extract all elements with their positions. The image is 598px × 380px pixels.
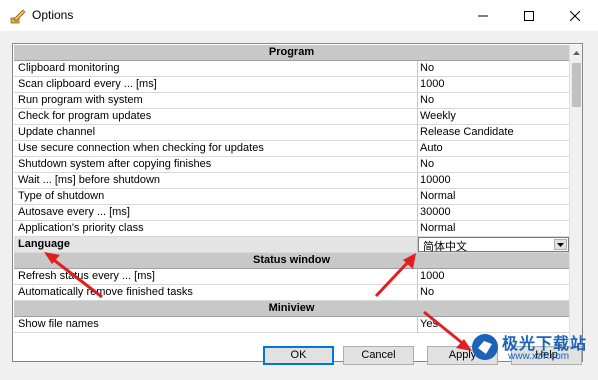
column-divider [417,317,418,333]
section-title: Status window [253,254,330,266]
section-title: Program [268,46,315,58]
pencil-app-icon [10,9,26,24]
option-row[interactable]: Shutdown system after copying finishes No [14,157,569,173]
minimize-button[interactable] [460,0,506,31]
minimize-icon [478,15,488,16]
language-select[interactable]: 简体中文 [418,237,569,253]
language-select-value: 简体中文 [423,241,467,253]
option-name: Wait ... [ms] before shutdown [18,174,161,186]
option-row[interactable]: Autosave every ... [ms] 30000 [14,205,569,221]
option-value[interactable]: No [420,62,434,74]
ok-button[interactable]: OK [263,346,334,365]
option-row[interactable]: Application's priority class Normal [14,221,569,237]
watermark: 极光下载站 www.xz7.com [470,330,595,378]
option-name: Type of shutdown [18,190,105,202]
dropdown-button[interactable] [554,239,567,250]
section-header: Program [14,45,569,61]
column-divider [417,221,418,237]
column-divider [417,157,418,173]
options-grid[interactable]: Program Clipboard monitoring No Scan clipbo… [12,43,583,362]
option-row-dropdown[interactable]: Language 简体中文 [14,237,569,253]
window-title: Options [32,8,74,22]
option-row[interactable]: Clipboard monitoring No [14,61,569,77]
option-row[interactable]: Check for program updates Weekly [14,109,569,125]
option-row[interactable]: Refresh status every ... [ms] 1000 [14,269,569,285]
option-value[interactable]: 1000 [420,78,444,90]
column-divider [417,205,418,221]
option-name: Autosave every ... [ms] [18,206,130,218]
column-divider [417,269,418,285]
option-row[interactable]: Type of shutdown Normal [14,189,569,205]
option-name: Scan clipboard every ... [ms] [18,78,157,90]
arrow-up-icon [573,51,580,55]
option-value[interactable]: No [420,286,434,298]
option-value[interactable]: Weekly [420,110,456,122]
scroll-thumb[interactable] [572,63,581,107]
option-name: Refresh status every ... [ms] [18,270,155,282]
title-bar: Options [0,0,598,31]
option-name: Shutdown system after copying finishes [18,158,212,170]
option-row[interactable]: Use secure connection when checking for … [14,141,569,157]
option-value[interactable]: Normal [420,190,455,202]
chevron-down-icon [557,242,564,247]
watermark-url: www.xz7.com [508,351,570,362]
option-name: Automatically remove finished tasks [18,286,193,298]
dialog-client-area: Program Clipboard monitoring No Scan clipbo… [0,31,598,380]
vertical-scrollbar[interactable] [569,45,582,360]
option-value[interactable]: No [420,94,434,106]
column-divider [417,125,418,141]
options-rows: Program Clipboard monitoring No Scan clipbo… [14,45,569,333]
column-divider [417,141,418,157]
column-divider [417,93,418,109]
option-value[interactable]: 30000 [420,206,451,218]
option-value[interactable]: 1000 [420,270,444,282]
column-divider [417,285,418,301]
option-name: Language [18,238,70,250]
column-divider [417,77,418,93]
section-header: Miniview [14,301,569,317]
option-name: Update channel [18,126,96,138]
option-row[interactable]: Scan clipboard every ... [ms] 1000 [14,77,569,93]
option-name: Run program with system [18,94,143,106]
option-name: Check for program updates [18,110,152,122]
column-divider [417,173,418,189]
option-value[interactable]: Yes [420,318,438,330]
scroll-up-button[interactable] [570,45,582,61]
option-name: Show file names [18,318,99,330]
option-name: Application's priority class [18,222,144,234]
close-icon [570,10,580,21]
option-row[interactable]: Update channel Release Candidate [14,125,569,141]
cancel-button[interactable]: Cancel [343,346,414,365]
option-value[interactable]: Release Candidate [420,126,514,138]
option-value[interactable]: No [420,158,434,170]
option-value[interactable]: Auto [420,142,443,154]
column-divider [417,61,418,77]
column-divider [417,109,418,125]
option-value[interactable]: Normal [420,222,455,234]
option-name: Use secure connection when checking for … [18,142,264,154]
section-header: Status window [14,253,569,269]
watermark-logo-icon [472,334,498,360]
option-row[interactable]: Automatically remove finished tasks No [14,285,569,301]
option-name: Clipboard monitoring [18,62,120,74]
close-button[interactable] [552,0,598,31]
option-row[interactable]: Run program with system No [14,93,569,109]
maximize-icon [524,10,534,21]
option-row[interactable]: Wait ... [ms] before shutdown 10000 [14,173,569,189]
column-divider [417,189,418,205]
section-title: Miniview [268,302,315,314]
option-value[interactable]: 10000 [420,174,451,186]
maximize-button[interactable] [506,0,552,31]
